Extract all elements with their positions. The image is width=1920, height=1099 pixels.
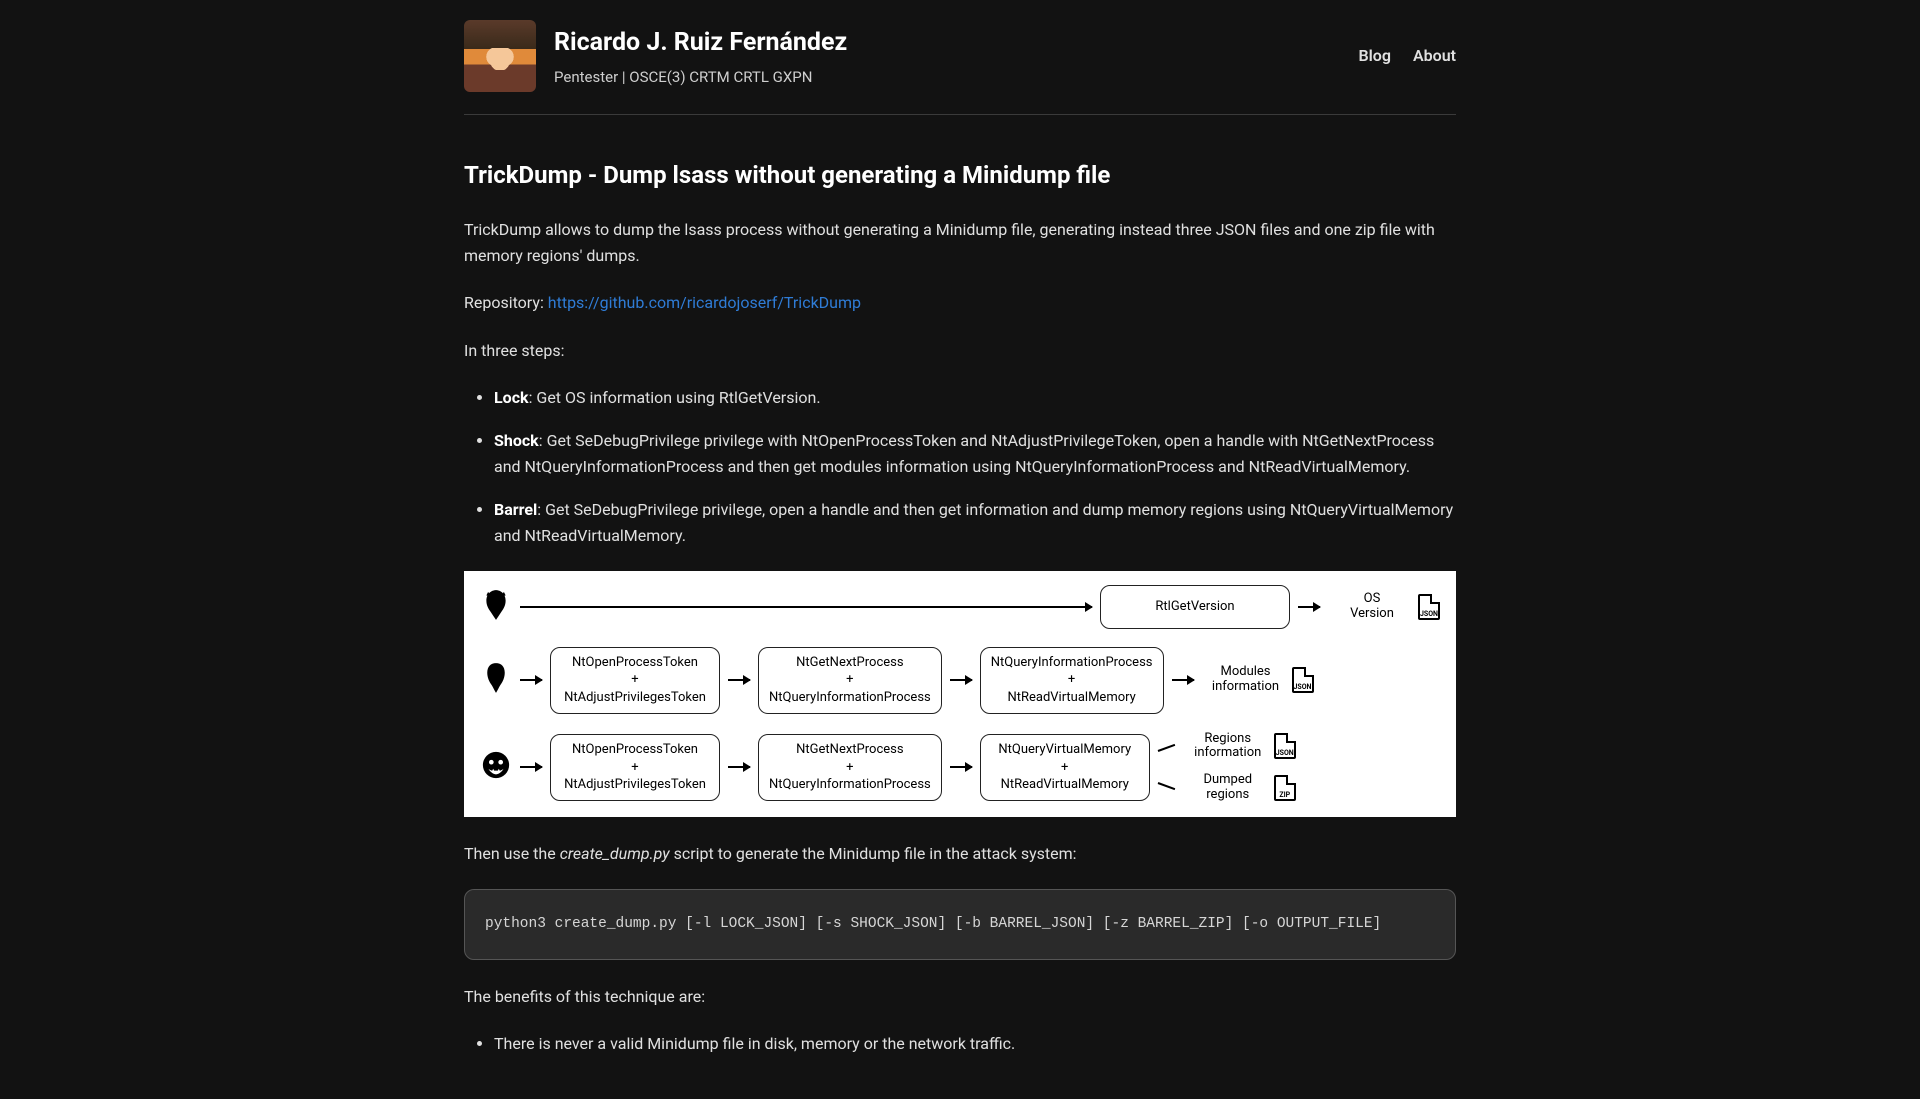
repo-link[interactable]: https://github.com/ricardojoserf/TrickDu… <box>548 293 861 312</box>
arrow-icon <box>1298 606 1320 608</box>
step-desc: : Get SeDebugPrivilege privilege, open a… <box>494 500 1453 545</box>
output-label: Regions <box>1188 732 1268 747</box>
site-name: Ricardo J. Ruiz Fernández <box>554 24 847 62</box>
diagram-row: RtlGetVersion OS Version JSON <box>480 585 1440 629</box>
diagram: RtlGetVersion OS Version JSON <box>464 571 1456 817</box>
file-json-icon: JSON <box>1418 594 1440 620</box>
steps-list: Lock: Get OS information using RtlGetVer… <box>464 385 1456 549</box>
step-name: Barrel <box>494 500 537 519</box>
arrow-icon <box>950 679 972 681</box>
diagram-box: NtGetNextProcess + NtQueryInformationPro… <box>758 734 942 801</box>
diagram-box: NtOpenProcessToken + NtAdjustPrivilegesT… <box>550 734 720 801</box>
arrow-icon <box>520 766 542 768</box>
diagram-box: RtlGetVersion <box>1100 585 1290 629</box>
diagram-box: NtGetNextProcess + NtQueryInformationPro… <box>758 647 942 714</box>
step-name: Shock <box>494 431 539 450</box>
output-label: Version <box>1332 607 1412 622</box>
nav-about[interactable]: About <box>1413 44 1456 68</box>
site-header: Ricardo J. Ruiz Fernández Pentester | OS… <box>464 20 1456 115</box>
output-label: Modules <box>1206 665 1286 680</box>
repo-line: Repository: https://github.com/ricardojo… <box>464 290 1456 316</box>
mask-tribal-icon <box>480 661 512 700</box>
site-nav: Blog About <box>1358 44 1456 68</box>
list-item: There is never a valid Minidump file in … <box>494 1031 1456 1057</box>
site-subtitle: Pentester | OSCE(3) CRTM CRTL GXPN <box>554 66 847 89</box>
diagram-box: NtQueryInformationProcess + NtReadVirtua… <box>980 647 1164 714</box>
list-item: Barrel: Get SeDebugPrivilege privilege, … <box>494 497 1456 550</box>
avatar <box>464 20 536 92</box>
identity-text: Ricardo J. Ruiz Fernández Pentester | OS… <box>554 24 847 88</box>
output-label: regions <box>1188 788 1268 803</box>
split-arrow-icon <box>1158 740 1176 794</box>
arrow-icon <box>520 679 542 681</box>
diagram-row: NtOpenProcessToken + NtAdjustPrivilegesT… <box>480 732 1440 804</box>
arrow-icon <box>728 679 750 681</box>
file-json-icon: JSON <box>1274 733 1296 759</box>
output-label: OS <box>1332 592 1412 607</box>
article-intro: TrickDump allows to dump the lsass proce… <box>464 217 1456 268</box>
arrow-icon <box>950 766 972 768</box>
repo-label: Repository: <box>464 293 548 312</box>
step-desc: : Get SeDebugPrivilege privilege with Nt… <box>494 431 1434 476</box>
diagram-output-group: Regions information JSON Dumped regions … <box>1188 732 1296 804</box>
output-label: Dumped <box>1188 773 1268 788</box>
list-item: Lock: Get OS information using RtlGetVer… <box>494 385 1456 411</box>
output-label: information <box>1188 746 1268 761</box>
nav-blog[interactable]: Blog <box>1358 44 1390 68</box>
file-json-icon: JSON <box>1292 667 1314 693</box>
code-block: python3 create_dump.py [-l LOCK_JSON] [-… <box>464 889 1456 960</box>
mask-smile-icon <box>480 750 512 785</box>
identity-block: Ricardo J. Ruiz Fernández Pentester | OS… <box>464 20 847 92</box>
article-title: TrickDump - Dump lsass without generatin… <box>464 157 1456 193</box>
step-name: Lock <box>494 388 529 407</box>
arrow-icon <box>1172 679 1194 681</box>
step-desc: : Get OS information using RtlGetVersion… <box>529 388 821 407</box>
arrow-icon <box>728 766 750 768</box>
diagram-box: NtOpenProcessToken + NtAdjustPrivilegesT… <box>550 647 720 714</box>
after-diagram: Then use the create_dump.py script to ge… <box>464 841 1456 867</box>
mask-devil-icon <box>480 588 512 627</box>
benefits-intro: The benefits of this technique are: <box>464 984 1456 1010</box>
arrow-icon <box>520 606 1092 608</box>
diagram-output: Modules information JSON <box>1206 665 1314 695</box>
diagram-box: NtQueryVirtualMemory + NtReadVirtualMemo… <box>980 734 1150 801</box>
list-item: Shock: Get SeDebugPrivilege privilege wi… <box>494 428 1456 481</box>
steps-intro: In three steps: <box>464 338 1456 364</box>
diagram-output: OS Version JSON <box>1332 592 1440 622</box>
benefits-list: There is never a valid Minidump file in … <box>464 1031 1456 1057</box>
output-label: information <box>1206 680 1286 695</box>
diagram-row: NtOpenProcessToken + NtAdjustPrivilegesT… <box>480 647 1440 714</box>
script-name: create_dump.py <box>560 844 670 863</box>
file-zip-icon: ZIP <box>1274 775 1296 801</box>
article: TrickDump - Dump lsass without generatin… <box>464 157 1456 1057</box>
